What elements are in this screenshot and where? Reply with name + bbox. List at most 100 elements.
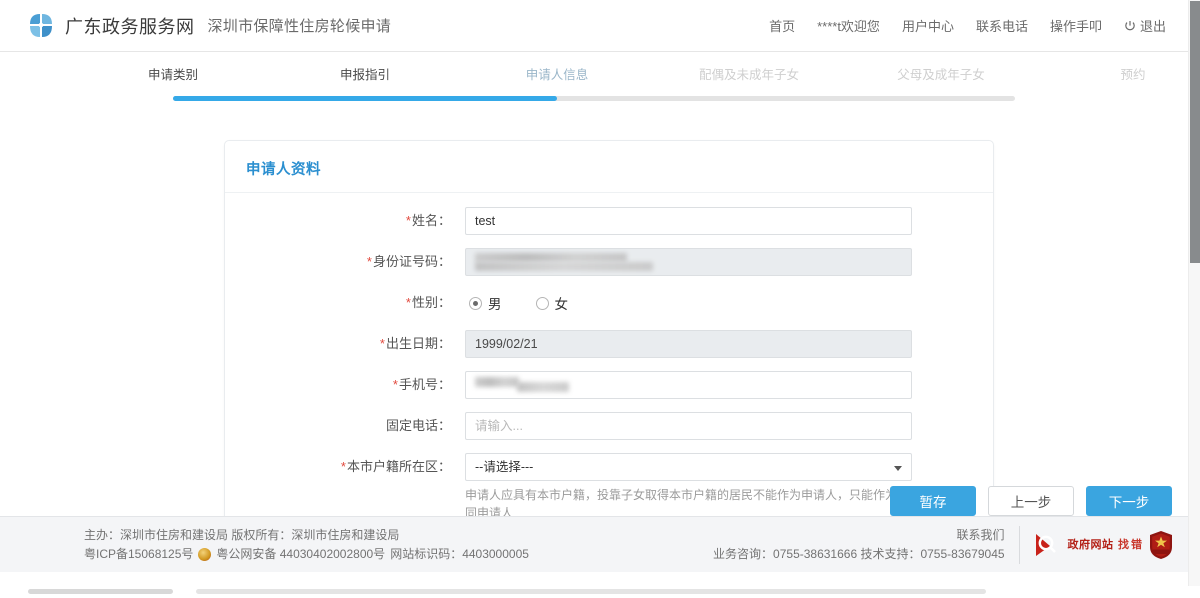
label-mobile: *手机号： — [392, 377, 451, 392]
gov-badge-line1: 政府网站 — [1067, 539, 1114, 551]
footer-police-record[interactable]: 粤公网安备 44030402002800号 — [216, 545, 385, 564]
applicant-form: *姓名： test *身份证号码： *性别： 男 女 *出生日期： 1999/0… — [225, 193, 993, 539]
field-row-mobile: *手机号： — [225, 371, 967, 399]
footer-contact-block: 联系我们 业务咨询：0755-38631666 技术支持：0755-836790… — [713, 525, 1020, 564]
step-item-2[interactable]: 申报指引 — [285, 62, 445, 82]
horizontal-scrollbar[interactable] — [0, 586, 1200, 598]
control-id-number — [465, 248, 967, 276]
previous-step-button[interactable]: 上一步 — [988, 486, 1074, 516]
step-label-1: 申请类别 — [147, 68, 198, 82]
control-landline: 请输入... — [465, 412, 967, 440]
redaction-overlay-id-bottom — [475, 262, 653, 271]
label-name: *姓名： — [405, 213, 451, 228]
gender-label-male: 男 — [488, 297, 502, 312]
gov-badge-text: 政府网站 找错 — [1068, 537, 1144, 552]
gender-option-male[interactable]: 男 — [469, 293, 502, 313]
field-row-gender: *性别： 男 女 — [225, 289, 967, 317]
step-track-completed — [173, 96, 557, 101]
radio-icon-male — [469, 296, 482, 310]
step-label-5: 父母及成年子女 — [897, 68, 985, 82]
radio-icon-female — [535, 296, 549, 310]
field-row-birth-date: *出生日期： 1999/02/21 — [225, 330, 967, 358]
name-input[interactable]: test — [465, 207, 912, 235]
field-row-name: *姓名： test — [225, 207, 967, 235]
redaction-overlay-mobile-a — [475, 377, 519, 387]
redaction-overlay-id-top — [475, 253, 627, 262]
control-name: test — [465, 207, 967, 235]
header-nav: 首页 ****t欢迎您 用户中心 联系电话 操作手叩 退出 — [769, 16, 1174, 35]
nav-home[interactable]: 首页 — [769, 16, 795, 35]
required-marker-district: * — [340, 459, 346, 474]
police-badge-icon — [198, 547, 212, 561]
brand-title: 广东政务服务网 — [65, 16, 195, 37]
label-district: *本市户籍所在区： — [340, 459, 451, 474]
footer-site-id: 网站标识码：4403000005 — [390, 546, 529, 561]
site-footer: 主办：深圳市住房和建设局 版权所有：深圳市住房和建设局 粤ICP备1506812… — [0, 516, 1188, 572]
step-item-3[interactable]: 申请人信息 — [477, 62, 637, 82]
required-marker-gender: * — [405, 295, 411, 310]
gender-option-female[interactable]: 女 — [535, 293, 569, 313]
nav-welcome-user: ****t欢迎您 — [817, 19, 880, 34]
horizontal-scrollbar-thumb-right[interactable] — [196, 589, 986, 594]
required-marker-id-number: * — [366, 254, 372, 269]
step-label-3: 申请人信息 — [525, 68, 589, 82]
label-landline: 固定电话： — [385, 418, 451, 433]
label-birth-date: *出生日期： — [379, 336, 451, 351]
gov-badge-line2: 找错 — [1118, 539, 1144, 551]
required-marker-name: * — [405, 213, 411, 228]
step-item-1[interactable]: 申请类别 — [93, 62, 253, 82]
landline-input[interactable]: 请输入... — [465, 412, 912, 440]
step-item-6[interactable]: 预约 — [1053, 62, 1188, 82]
step-label-4: 配偶及未成年子女 — [698, 68, 799, 82]
footer-icp[interactable]: 粤ICP备15068125号 — [84, 545, 193, 564]
logout-label: 退出 — [1139, 19, 1166, 34]
nav-manual[interactable]: 操作手叩 — [1050, 16, 1102, 35]
redaction-overlay-mobile-b — [517, 382, 569, 392]
gender-label-female: 女 — [554, 297, 569, 312]
step-item-5[interactable]: 父母及成年子女 — [861, 62, 1021, 82]
step-label-2: 申报指引 — [339, 68, 390, 82]
browser-viewport: 广东政务服务网 深圳市保障性住房轮候申请 首页 ****t欢迎您 用户中心 联系… — [0, 0, 1200, 598]
page-scroll-area: 广东政务服务网 深圳市保障性住房轮候申请 首页 ****t欢迎您 用户中心 联系… — [0, 0, 1188, 586]
step-label-6: 预约 — [1120, 68, 1146, 82]
control-gender: 男 女 — [465, 289, 967, 317]
footer-right: 联系我们 业务咨询：0755-38631666 技术支持：0755-836790… — [713, 525, 1174, 564]
next-step-button[interactable]: 下一步 — [1086, 486, 1172, 516]
site-header: 广东政务服务网 深圳市保障性住房轮候申请 首页 ****t欢迎您 用户中心 联系… — [0, 0, 1188, 52]
card-title: 申请人资料 — [225, 141, 993, 193]
logout-button[interactable]: 退出 — [1124, 16, 1166, 35]
gov-website-error-report-badge[interactable]: 政府网站 找错 — [1034, 530, 1174, 560]
footer-org-line: 主办：深圳市住房和建设局 版权所有：深圳市住房和建设局 — [84, 527, 400, 542]
brand: 广东政务服务网 深圳市保障性住房轮候申请 — [26, 11, 391, 41]
birth-date-input: 1999/02/21 — [465, 330, 912, 358]
footer-left: 主办：深圳市住房和建设局 版权所有：深圳市住房和建设局 粤ICP备1506812… — [84, 526, 529, 564]
district-select-value: --请选择--- — [475, 460, 534, 474]
district-select[interactable]: --请选择--- — [465, 453, 912, 481]
chevron-down-icon — [894, 466, 902, 471]
field-row-id-number: *身份证号码： — [225, 248, 967, 276]
gov-shield-icon — [1148, 530, 1174, 560]
control-birth-date: 1999/02/21 — [465, 330, 967, 358]
horizontal-scrollbar-thumb-left[interactable] — [28, 589, 173, 594]
required-marker-mobile: * — [392, 377, 398, 392]
pinwheel-logo-icon — [26, 11, 56, 41]
nav-user-center[interactable]: 用户中心 — [902, 16, 954, 35]
vertical-scrollbar-thumb[interactable] — [1190, 1, 1200, 263]
label-gender: *性别： — [405, 295, 451, 310]
magnifier-icon — [1034, 531, 1064, 559]
step-item-4[interactable]: 配偶及未成年子女 — [669, 62, 829, 82]
control-mobile — [465, 371, 967, 399]
field-row-district: *本市户籍所在区： --请选择--- 申请人应具有本市户籍，投靠子女取得本市户籍… — [225, 453, 967, 522]
power-icon — [1124, 20, 1136, 32]
nav-contact-phone[interactable]: 联系电话 — [976, 16, 1028, 35]
footer-record-line: 粤ICP备15068125号 粤公网安备 44030402002800号 网站标… — [84, 545, 529, 564]
footer-contact-line: 业务咨询：0755-38631666 技术支持：0755-83679045 — [713, 546, 1005, 561]
save-draft-button[interactable]: 暂存 — [890, 486, 976, 516]
label-id-number: *身份证号码： — [366, 254, 451, 269]
footer-contact-title[interactable]: 联系我们 — [713, 526, 1005, 545]
gender-radio-group: 男 女 — [465, 289, 967, 317]
vertical-scrollbar[interactable] — [1188, 0, 1200, 586]
field-row-landline: 固定电话： 请输入... — [225, 412, 967, 440]
required-marker-birth-date: * — [379, 336, 385, 351]
progress-stepper: 申请类别 申报指引 申请人信息 配偶及未成年子女 父母及成年子女 预约 — [0, 62, 1188, 110]
